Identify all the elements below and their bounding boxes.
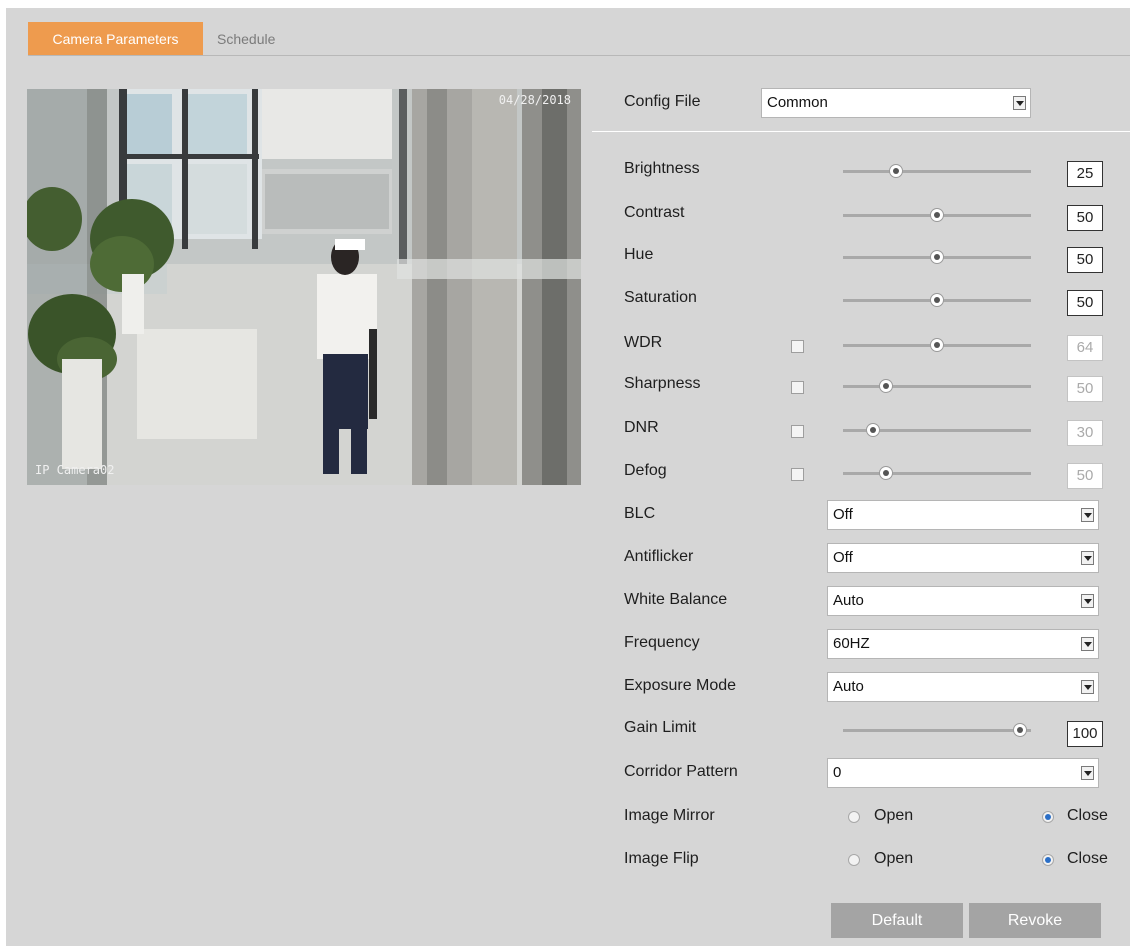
slider-value-box[interactable]: 50: [1067, 205, 1103, 231]
config-file-label: Config File: [624, 93, 701, 110]
slider-value-box[interactable]: 64: [1067, 335, 1103, 361]
setting-select[interactable]: Auto: [827, 586, 1099, 616]
tab-camera-parameters[interactable]: Camera Parameters: [28, 22, 203, 56]
slider-value-box[interactable]: 50: [1067, 247, 1103, 273]
slider-label: Hue: [624, 246, 654, 263]
slider-thumb[interactable]: [888, 164, 903, 178]
chevron-down-icon: [1081, 551, 1094, 565]
enable-checkbox[interactable]: [791, 468, 804, 481]
image-mirror-close-radio[interactable]: [1042, 811, 1054, 823]
slider-track: [843, 170, 1031, 173]
camera-name-overlay: IP Camera02: [35, 463, 115, 477]
slider-label: Defog: [624, 462, 667, 479]
chevron-down-icon: [1013, 96, 1026, 110]
image-flip-label: Image Flip: [624, 850, 699, 867]
slider-value-box[interactable]: 25: [1067, 161, 1103, 187]
chevron-down-icon: [1081, 680, 1094, 694]
slider-label: Brightness: [624, 160, 700, 177]
image-flip-open-radio[interactable]: [848, 854, 860, 866]
select-value: Auto: [833, 592, 864, 609]
slider-thumb[interactable]: [930, 208, 944, 222]
setting-select[interactable]: Auto: [827, 672, 1099, 702]
select-label: Antiflicker: [624, 548, 694, 565]
corridor-pattern-select[interactable]: 0: [827, 758, 1099, 788]
slider-label: Contrast: [624, 204, 685, 221]
image-flip-close-radio[interactable]: [1042, 854, 1054, 866]
chevron-down-icon: [1081, 766, 1094, 780]
chevron-down-icon: [1081, 594, 1094, 608]
setting-select[interactable]: 60HZ: [827, 629, 1099, 659]
setting-slider[interactable]: [843, 164, 1031, 180]
setting-slider[interactable]: [843, 250, 1031, 266]
default-button[interactable]: Default: [831, 903, 963, 938]
tab-divider: [28, 55, 1130, 56]
select-value: Off: [833, 506, 853, 523]
slider-thumb[interactable]: [930, 250, 944, 264]
slider-track: [843, 472, 1031, 475]
select-value: Auto: [833, 678, 864, 695]
select-label: Frequency: [624, 634, 700, 651]
slider-thumb[interactable]: [930, 338, 944, 352]
slider-label: DNR: [624, 419, 659, 436]
slider-thumb[interactable]: [1012, 723, 1027, 737]
corridor-pattern-label: Corridor Pattern: [624, 763, 738, 780]
setting-slider[interactable]: [843, 379, 1031, 395]
slider-label: WDR: [624, 334, 663, 351]
camera-preview-image: [27, 89, 581, 485]
image-mirror-label: Image Mirror: [624, 807, 715, 824]
slider-value-box[interactable]: 30: [1067, 420, 1103, 446]
chevron-down-icon: [1081, 637, 1094, 651]
select-label: Exposure Mode: [624, 677, 737, 694]
gain-limit-slider[interactable]: [843, 723, 1031, 739]
config-file-value: Common: [767, 94, 828, 111]
corridor-pattern-value: 0: [833, 764, 842, 781]
slider-value-box[interactable]: 50: [1067, 463, 1103, 489]
enable-checkbox[interactable]: [791, 340, 804, 353]
slider-value-box[interactable]: 50: [1067, 290, 1103, 316]
slider-label: Sharpness: [624, 375, 701, 392]
enable-checkbox[interactable]: [791, 425, 804, 438]
enable-checkbox[interactable]: [791, 381, 804, 394]
revoke-button[interactable]: Revoke: [969, 903, 1101, 938]
slider-track: [843, 385, 1031, 388]
select-label: White Balance: [624, 591, 728, 608]
image-flip-open-label: Open: [874, 850, 914, 867]
setting-slider[interactable]: [843, 423, 1031, 439]
image-flip-close-label: Close: [1067, 850, 1108, 867]
camera-preview: 04/28/2018 IP Camera02: [27, 89, 581, 485]
select-value: Off: [833, 549, 853, 566]
section-divider: [592, 131, 1130, 132]
gain-limit-label: Gain Limit: [624, 719, 697, 736]
image-mirror-open-label: Open: [874, 807, 914, 824]
config-file-select[interactable]: Common: [761, 88, 1031, 118]
image-mirror-close-label: Close: [1067, 807, 1108, 824]
slider-thumb[interactable]: [879, 466, 894, 480]
setting-slider[interactable]: [843, 208, 1031, 224]
slider-thumb[interactable]: [879, 379, 894, 393]
image-mirror-open-radio[interactable]: [848, 811, 860, 823]
setting-slider[interactable]: [843, 466, 1031, 482]
chevron-down-icon: [1081, 508, 1094, 522]
tab-schedule[interactable]: Schedule: [217, 22, 307, 56]
slider-value-box[interactable]: 50: [1067, 376, 1103, 402]
slider-thumb[interactable]: [866, 423, 881, 437]
gain-limit-value[interactable]: 100: [1067, 721, 1103, 747]
slider-label: Saturation: [624, 289, 697, 306]
setting-slider[interactable]: [843, 338, 1031, 354]
setting-select[interactable]: Off: [827, 500, 1099, 530]
select-label: BLC: [624, 505, 656, 522]
setting-select[interactable]: Off: [827, 543, 1099, 573]
slider-thumb[interactable]: [930, 293, 944, 307]
timestamp-overlay: 04/28/2018: [498, 93, 571, 107]
select-value: 60HZ: [833, 635, 870, 652]
slider-track: [843, 729, 1031, 732]
setting-slider[interactable]: [843, 293, 1031, 309]
